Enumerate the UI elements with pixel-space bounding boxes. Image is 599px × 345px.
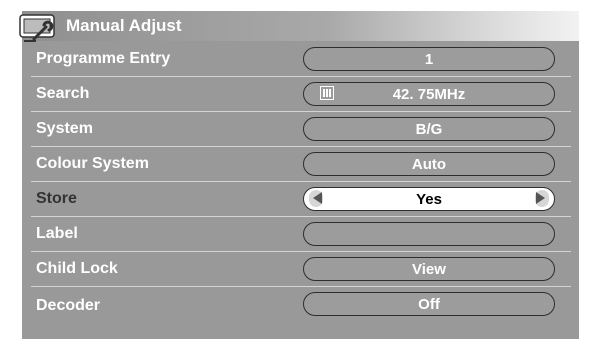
- row-label: Store: [36, 190, 77, 207]
- store-value-selector[interactable]: Yes: [303, 187, 555, 211]
- manual-adjust-panel: Manual Adjust Programme Entry 1 Search 4…: [19, 11, 579, 339]
- system-value-field[interactable]: B/G: [303, 117, 555, 141]
- menu-row-system[interactable]: System B/G: [31, 112, 571, 147]
- row-value: 42. 75MHz: [392, 86, 466, 103]
- tv-wrench-icon: [19, 14, 55, 42]
- row-value: B/G: [415, 121, 443, 138]
- menu-row-programme-entry[interactable]: Programme Entry 1: [31, 42, 571, 77]
- menu-row-child-lock[interactable]: Child Lock View: [31, 252, 571, 287]
- menu-row-decoder[interactable]: Decoder Off: [31, 287, 571, 321]
- menu-row-store[interactable]: Store Yes: [31, 182, 571, 217]
- row-label: Child Lock: [36, 260, 118, 277]
- menu-row-colour-system[interactable]: Colour System Auto: [31, 147, 571, 182]
- page-title: Manual Adjust: [66, 16, 182, 35]
- row-value: 1: [424, 51, 434, 68]
- row-label: System: [36, 120, 93, 137]
- row-value: Off: [418, 296, 440, 313]
- arrow-right-icon[interactable]: [536, 192, 545, 204]
- row-value: View: [412, 261, 446, 278]
- colour-system-value-field[interactable]: Auto: [303, 152, 555, 176]
- row-value: Yes: [416, 191, 442, 208]
- decoder-value-field[interactable]: Off: [303, 292, 555, 316]
- row-label: Decoder: [36, 297, 101, 314]
- row-label: Label: [36, 225, 78, 242]
- menu-row-label[interactable]: Label: [31, 217, 571, 252]
- label-value-field[interactable]: [303, 222, 555, 246]
- menu-row-search[interactable]: Search 42. 75MHz: [31, 77, 571, 112]
- title-bar: Manual Adjust: [19, 11, 579, 42]
- programme-entry-value-field[interactable]: 1: [303, 47, 555, 71]
- search-value-field[interactable]: 42. 75MHz: [303, 82, 555, 106]
- row-label: Search: [36, 85, 90, 102]
- row-label: Programme Entry: [36, 50, 171, 67]
- row-value: Auto: [411, 156, 447, 173]
- row-label: Colour System: [36, 155, 149, 172]
- child-lock-value-field[interactable]: View: [303, 257, 555, 281]
